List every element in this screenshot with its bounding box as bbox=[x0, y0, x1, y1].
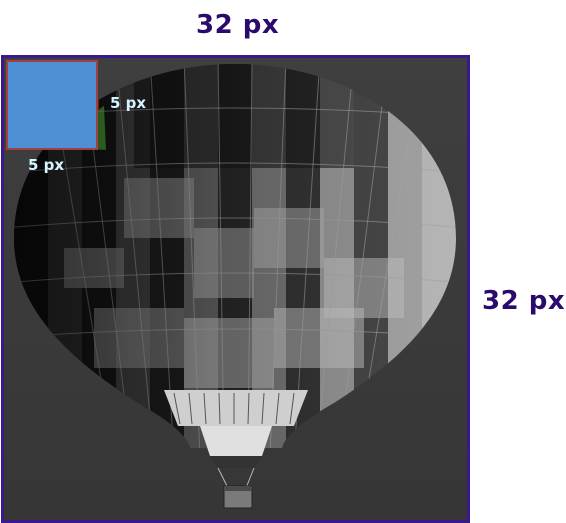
image-height-label: 32 px bbox=[482, 286, 566, 316]
image-width-label: 32 px bbox=[196, 10, 280, 40]
figure: 32 px 32 px 5 px 5 px bbox=[0, 0, 566, 523]
image-frame: 5 px 5 px bbox=[1, 55, 470, 523]
patch-box bbox=[6, 60, 98, 150]
patch-width-label: 5 px bbox=[110, 94, 147, 112]
patch-height-label: 5 px bbox=[28, 156, 65, 174]
